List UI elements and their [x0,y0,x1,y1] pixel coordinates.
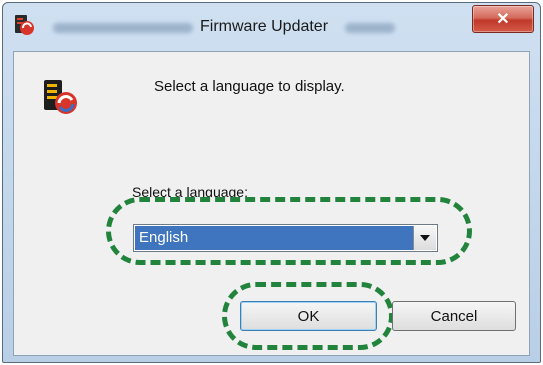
cancel-button[interactable]: Cancel [392,301,516,331]
close-button[interactable]: ✕ [472,5,534,33]
firmware-updater-icon [44,80,77,114]
cancel-button-label: Cancel [430,307,478,325]
close-icon: ✕ [496,11,510,28]
language-select[interactable]: English [133,224,438,252]
ok-button[interactable]: OK [240,301,377,331]
blurred-version [345,23,395,33]
blurred-product-name [53,23,193,33]
firmware-updater-app-icon [15,15,34,35]
dropdown-arrow-button[interactable] [413,226,436,250]
title-bar[interactable]: Firmware Updater ✕ [3,3,540,53]
prompt-text: Select a language to display. [154,78,345,95]
ok-button-label: OK [297,307,320,325]
dialog-client-area: Select a language to display. Select a l… [13,51,530,356]
chevron-down-icon [420,235,430,241]
language-select-value: English [135,226,413,250]
dialog-window: Firmware Updater ✕ Select a language to … [2,2,541,363]
window-title: Firmware Updater [200,18,329,35]
